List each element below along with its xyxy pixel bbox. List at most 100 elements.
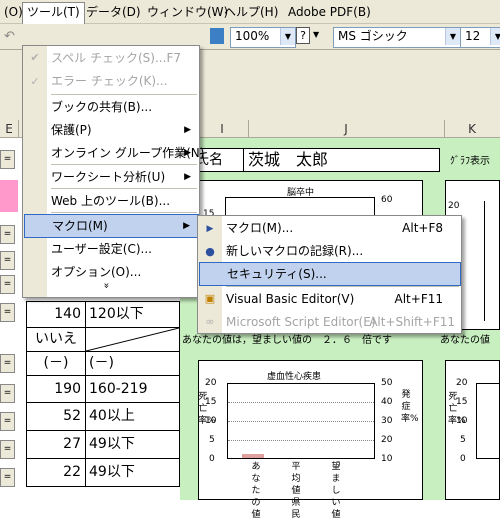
menu-item-customize[interactable]: ユーザー設定(C)... (47, 238, 199, 260)
menu-item-label: オプション(O)... (51, 265, 142, 279)
play-icon: ▶ (206, 224, 214, 234)
x-tick-label: 平均値県民 (291, 462, 301, 520)
range-cell[interactable]: 120以下 (85, 301, 180, 328)
y-tick-label: 0 (209, 454, 215, 464)
row-button[interactable]: = (0, 354, 15, 373)
value-cell[interactable]: 140 (26, 301, 86, 328)
range-cell[interactable]: 40以上 (85, 402, 180, 431)
font-size-value: 12 (465, 29, 481, 43)
y-axis-label-right: 発症率% (401, 390, 419, 424)
menu-item-shortcut: F7 (166, 51, 181, 65)
gridline (228, 440, 374, 441)
menu-item-share-book[interactable]: ブックの共有(B)... (47, 96, 199, 118)
value-cell[interactable]: いいえ (26, 327, 86, 352)
menu-separator (51, 94, 197, 95)
chevron-down-icon[interactable]: ▼ (445, 28, 460, 45)
row-button[interactable]: = (0, 440, 15, 459)
submenu-item-security[interactable]: セキュリティ(S)... (199, 262, 461, 286)
column-e[interactable]: E (0, 120, 19, 138)
chart-wizard-icon[interactable] (210, 28, 224, 44)
zoom-combo[interactable]: 100% ▼ (230, 27, 296, 48)
name-value[interactable]: 茨城 太郎 (243, 148, 440, 172)
column-k[interactable]: K (444, 120, 500, 138)
column-i[interactable]: I (196, 120, 249, 138)
undo-icon[interactable]: ↶ (4, 29, 15, 44)
y-tick-label: 20 (456, 378, 468, 388)
row-button[interactable]: = (0, 384, 15, 403)
y-tick-label: 10 (381, 454, 393, 464)
chevron-down-icon[interactable]: ▼ (313, 30, 319, 39)
value-cell[interactable]: 27 (26, 430, 86, 459)
menu-item-label: セキュリティ(S)... (227, 267, 327, 281)
menu-help[interactable]: ヘルプ(H) (220, 3, 282, 21)
menu-item-label: スペル チェック(S)... (51, 51, 167, 65)
value-cell[interactable]: 52 (26, 402, 86, 431)
menu-bar: (O) ツール(T) データ(D) ウィンドウ(W) ヘルプ(H) Adobe … (0, 0, 500, 25)
y-tick-label: 5 (460, 435, 466, 445)
graph-label: ｸﾞﾗﾌ表示 (450, 156, 490, 167)
row-button[interactable]: = (0, 251, 15, 270)
menu-tools[interactable]: ツール(T) (22, 2, 85, 25)
submenu-item-vb-editor[interactable]: Visual Basic Editor(V) Alt+F11 (222, 288, 461, 310)
value-cell[interactable]: 190 (26, 375, 86, 403)
value-cell[interactable]: 22 (26, 458, 86, 487)
menu-adobe-pdf[interactable]: Adobe PDF(B) (284, 3, 375, 21)
menu-item-macro[interactable]: マクロ(M) ▶ (24, 214, 199, 238)
macro-submenu: ▶ マクロ(M)... Alt+F8 ● 新しいマクロの記録(R)... セキュ… (197, 215, 462, 334)
row-button[interactable]: = (0, 275, 15, 294)
submenu-arrow-icon: ▶ (184, 125, 191, 135)
menu-item-protect[interactable]: 保護(P) ▶ (47, 119, 199, 141)
font-combo[interactable]: MS ゴシック ▼ (333, 27, 461, 48)
range-cell[interactable]: 160-219 (85, 375, 180, 403)
menu-item-web-tools[interactable]: Web 上のツール(B)... (47, 190, 199, 212)
menu-item-label: ブックの共有(B)... (51, 100, 153, 114)
range-cell[interactable]: (－) (85, 351, 180, 376)
submenu-arrow-icon: ▶ (184, 172, 191, 182)
help-icon[interactable]: ? (296, 27, 310, 44)
chevron-down-icon[interactable]: ▼ (490, 28, 500, 45)
menu-item-spell-check[interactable]: スペル チェック(S)... F7 (47, 47, 199, 69)
column-j[interactable]: J (248, 120, 445, 138)
chevron-down-icon[interactable]: ▼ (280, 28, 295, 45)
menu-item-shortcut: Alt+F11 (394, 292, 443, 306)
menu-item-label: Visual Basic Editor(V) (226, 292, 355, 306)
chart-plot-area (227, 383, 375, 459)
submenu-item-script-editor[interactable]: Microsoft Script Editor(E) Alt+Shift+F11 (222, 311, 461, 333)
menu-item-label: 新しいマクロの記録(R)... (226, 244, 364, 258)
menu-item-label: マクロ(M) (52, 219, 108, 233)
x-tick-label: 望ましい値 (331, 462, 341, 520)
font-size-combo[interactable]: 12 ▼ (460, 27, 500, 48)
menu-item-label: 保護(P) (51, 123, 92, 137)
menu-data[interactable]: データ(D) (82, 3, 145, 21)
menu-item-options[interactable]: オプション(O)... (47, 261, 199, 283)
row-button[interactable]: = (0, 150, 15, 169)
range-cell[interactable]: 49以下 (85, 430, 180, 459)
bar (242, 454, 264, 458)
submenu-arrow-icon: ▶ (184, 148, 191, 158)
expand-menu-icon[interactable]: » (101, 282, 112, 288)
pink-cell (0, 180, 18, 212)
chart-plot-area (476, 383, 500, 459)
y-tick-label: 60 (381, 195, 393, 205)
submenu-item-macro[interactable]: マクロ(M)... Alt+F8 (222, 217, 461, 239)
menu-window[interactable]: ウィンドウ(W) (143, 3, 232, 21)
range-cell[interactable]: 49以下 (85, 458, 180, 487)
menu-item-label: マクロ(M)... (226, 221, 294, 235)
row-button[interactable]: = (0, 303, 15, 322)
row-button[interactable]: = (0, 412, 15, 431)
value-cell[interactable]: (－) (26, 351, 86, 376)
menu-item-label: Web 上のツール(B)... (51, 194, 171, 208)
row-button[interactable]: = (0, 468, 15, 487)
row-button[interactable]: = (0, 225, 15, 244)
range-cell[interactable] (85, 327, 180, 352)
menu-item-label: ユーザー設定(C)... (51, 242, 152, 256)
menu-item-worksheet-analysis[interactable]: ワークシート分析(U) ▶ (47, 166, 199, 188)
menu-item-online-collab[interactable]: オンライン グループ作業(N) ▶ (47, 142, 204, 164)
chart-title: 虚血性心疾患 (267, 372, 322, 382)
y-axis-label: 死亡率% (448, 392, 466, 426)
record-icon: ● (205, 245, 215, 258)
submenu-item-record-macro[interactable]: 新しいマクロの記録(R)... (222, 240, 461, 262)
diagonal-line (86, 328, 179, 351)
zoom-value: 100% (235, 29, 270, 43)
menu-item-error-check[interactable]: エラー チェック(K)... (47, 70, 199, 92)
